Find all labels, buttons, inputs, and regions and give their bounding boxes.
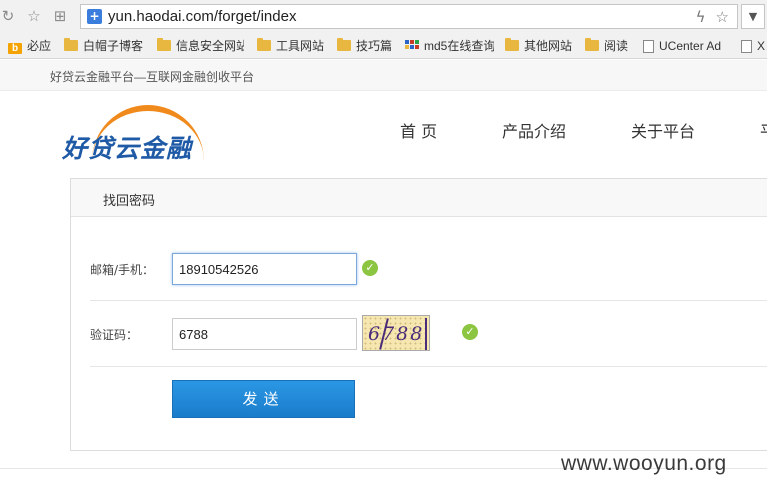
address-url[interactable]: yun.haodai.com/forget/index	[108, 8, 296, 25]
site-logo[interactable]: 好贷云金融	[62, 103, 222, 163]
nav-item-about[interactable]: 关于平台	[631, 118, 695, 142]
captcha-code: 6788	[368, 323, 425, 345]
captcha-image[interactable]: 6788	[362, 315, 430, 351]
watermark: www.wooyun.org	[561, 452, 727, 475]
bookmark-item[interactable]: 信息安全网站	[157, 38, 244, 54]
folder-icon	[157, 38, 171, 51]
bookmark-label: 必应	[27, 39, 52, 53]
nav-item-platform[interactable]: 平	[760, 118, 767, 142]
folder-icon	[505, 38, 519, 51]
panel-header: 找回密码	[71, 179, 767, 217]
bookmark-label: 阅读	[604, 39, 629, 53]
bing-icon: b	[8, 43, 22, 54]
send-button[interactable]: 发送	[172, 380, 355, 418]
bookmark-item[interactable]: X	[741, 38, 765, 54]
bookmark-label: md5在线查询	[424, 39, 494, 53]
browser-address-row: ↻ ☆ ⊞ + yun.haodai.com/forget/index ϟ ☆ ▼	[0, 0, 767, 33]
bookmark-label: 白帽子博客	[83, 39, 144, 53]
account-input[interactable]	[172, 253, 357, 285]
row-divider	[90, 300, 767, 301]
bookmark-label: 工具网站	[276, 39, 325, 53]
bookmark-item[interactable]: 技巧篇	[337, 38, 392, 54]
bookmark-label: 信息安全网站	[176, 39, 244, 53]
folder-icon	[257, 38, 271, 51]
folder-icon	[337, 38, 351, 51]
site-favicon-icon: +	[87, 9, 102, 24]
page-icon	[643, 40, 654, 53]
bookmarks-bar: b 必应 白帽子博客 信息安全网站 工具网站 技巧篇 md5在线查询 其他网站 阅…	[0, 33, 767, 59]
chevron-down-icon[interactable]: ▼	[741, 4, 765, 29]
bookmark-item[interactable]: b 必应	[8, 38, 51, 54]
lightning-icon[interactable]: ϟ	[696, 8, 706, 26]
bookmark-item[interactable]: md5在线查询	[405, 38, 494, 54]
grid-apps-icon[interactable]: ⊞	[52, 8, 68, 24]
row-divider	[90, 366, 767, 367]
bookmark-item[interactable]: 白帽子博客	[64, 38, 143, 54]
captcha-label: 验证码：	[90, 328, 139, 342]
nav-item-products[interactable]: 产品介绍	[502, 118, 566, 142]
account-label: 邮箱/手机：	[90, 263, 155, 277]
site-topbar: 好贷云金融平台—互联网金融创收平台	[0, 60, 767, 91]
star-icon[interactable]: ☆	[26, 8, 42, 24]
folder-icon	[585, 38, 599, 51]
bookmark-label: UCenter Ad	[659, 39, 722, 53]
captcha-input[interactable]	[172, 318, 357, 350]
captcha-edge-bar	[425, 318, 427, 350]
captcha-valid-check-icon: ✓	[462, 324, 478, 340]
bookmark-label: 其他网站	[524, 39, 573, 53]
nav-item-home[interactable]: 首 页	[400, 118, 437, 142]
bookmark-item[interactable]: 阅读	[585, 38, 628, 54]
address-bar[interactable]: + yun.haodai.com/forget/index ϟ ☆	[80, 4, 738, 29]
refresh-icon[interactable]: ↻	[0, 8, 16, 24]
page-icon	[741, 40, 752, 53]
bookmark-item[interactable]: 工具网站	[257, 38, 324, 54]
logo-text: 好贷云金融	[62, 134, 193, 163]
panel-title: 找回密码	[103, 194, 156, 209]
bookmark-label: 技巧篇	[356, 39, 393, 53]
grid-icon	[405, 40, 419, 51]
bookmark-item[interactable]: 其他网站	[505, 38, 572, 54]
bookmark-item[interactable]: UCenter Ad	[643, 38, 725, 54]
site-slogan: 好贷云金融平台—互联网金融创收平台	[50, 70, 255, 84]
folder-icon	[64, 38, 78, 51]
address-actions: ϟ ☆	[686, 8, 729, 26]
favorite-star-icon[interactable]: ☆	[716, 8, 729, 26]
account-valid-check-icon: ✓	[362, 260, 378, 276]
bookmark-label: X	[757, 39, 766, 53]
